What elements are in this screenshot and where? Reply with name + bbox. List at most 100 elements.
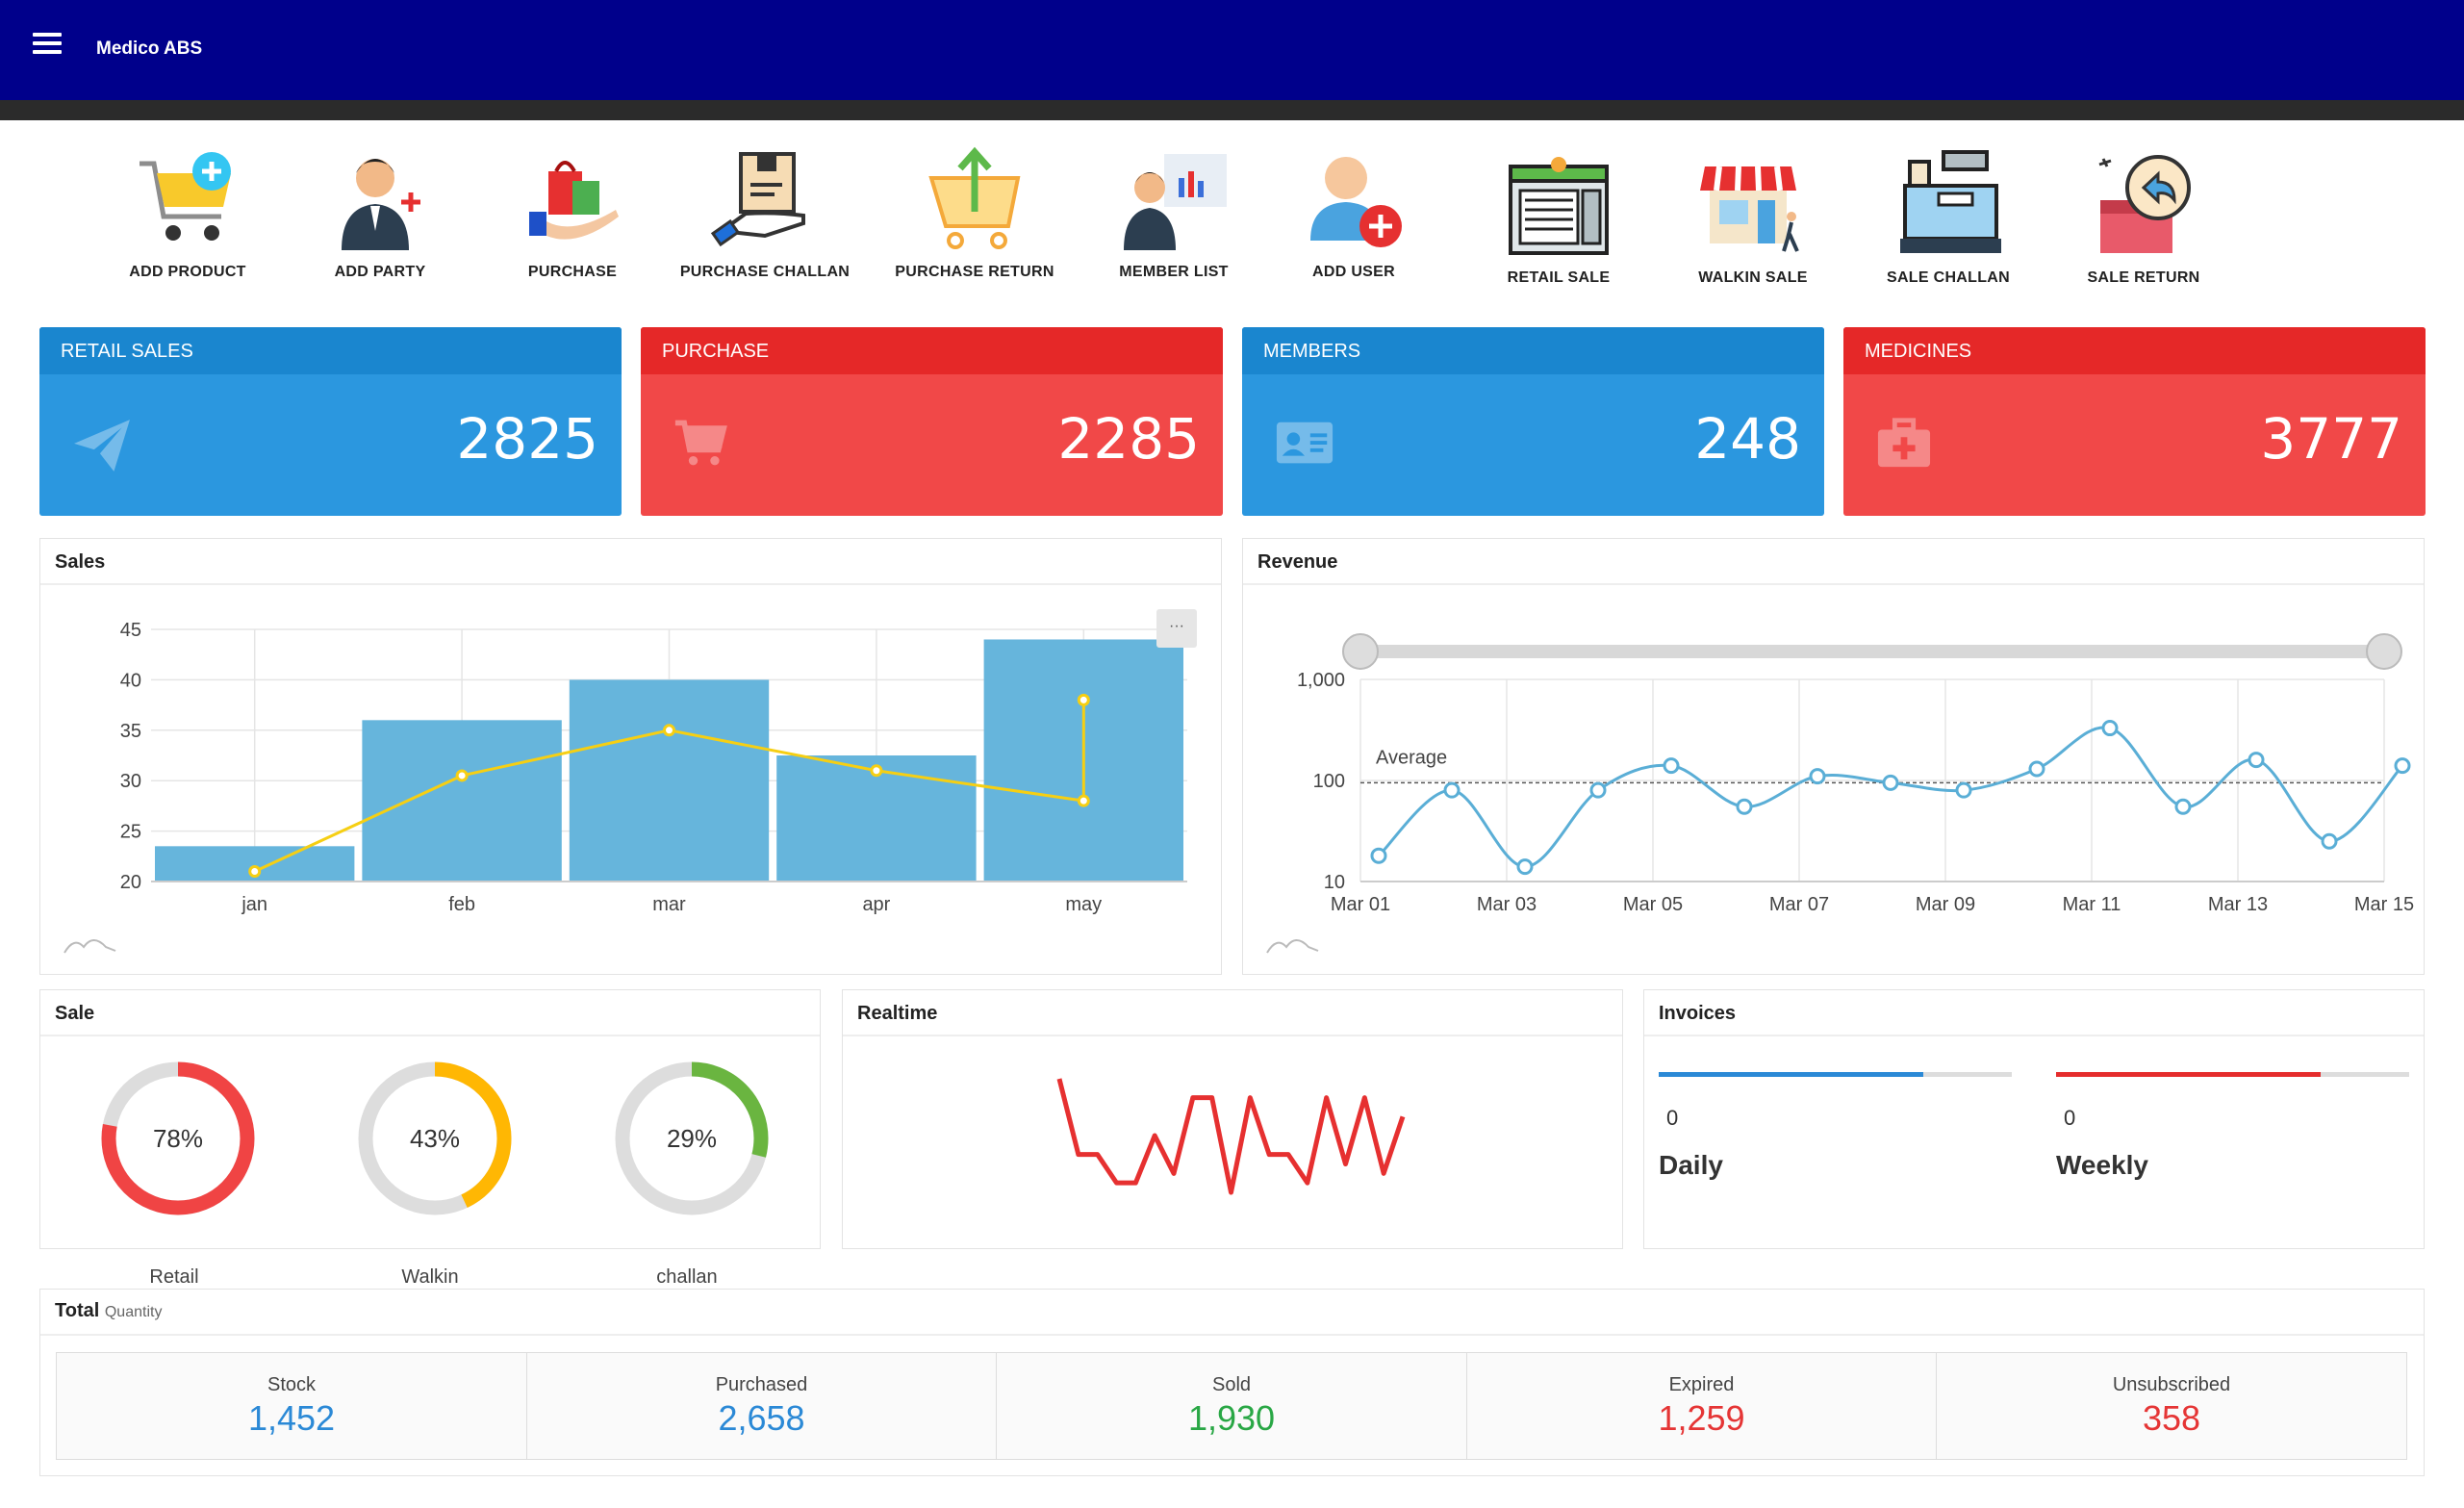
quantity-label: Expired <box>1668 1374 1735 1395</box>
quantity-value: 2,658 <box>718 1398 805 1438</box>
shortcut-purchase[interactable]: PURCHASE <box>481 144 664 281</box>
quantity-expired: Expired 1,259 <box>1466 1352 1937 1460</box>
stat-title: RETAIL SALES <box>39 327 622 374</box>
x-tick-label: Mar 09 <box>1916 894 1975 915</box>
quantity-value: 358 <box>2142 1398 2201 1438</box>
x-tick-label: Mar 03 <box>1477 894 1537 915</box>
line-point <box>870 764 883 778</box>
y-tick-label: 10 <box>1324 872 1345 893</box>
sales-chart: 20 25 30 35 40 45 jan feb mar apr may <box>64 620 1187 954</box>
line-point <box>1077 693 1090 706</box>
sale-panel: Sale 78% 43% 29% <box>39 989 821 1249</box>
sub-navbar <box>0 100 2464 120</box>
purchase-icon <box>529 161 619 240</box>
donut-label-walkin: Walkin <box>401 1266 459 1288</box>
revenue-point <box>1443 781 1461 799</box>
shortcut-label: ADD USER <box>1312 264 1395 280</box>
invoice-value: 0 <box>1666 1106 1679 1130</box>
shortcut-purchase-return[interactable]: PURCHASE RETURN <box>883 144 1066 281</box>
progress-track <box>2056 1072 2409 1077</box>
revenue-chart: 10 100 1,000 Mar 01 Mar 03 Mar 05 Mar 07 Mar 09… <box>1266 633 2414 954</box>
x-tick-label: Mar 15 <box>2354 894 2414 915</box>
revenue-point <box>1516 858 1534 876</box>
x-tick-label: apr <box>862 894 890 915</box>
revenue-panel: Revenue 10 100 1,000 Mar 01 Mar 03 Mar 05 Mar … <box>1242 538 2425 975</box>
line-point <box>455 769 469 782</box>
x-tick-label: Mar 01 <box>1331 894 1390 915</box>
quantity-unsubscribed: Unsubscribed 358 <box>1936 1352 2407 1460</box>
shortcut-purchase-challan[interactable]: PURCHASE CHALLAN <box>673 144 856 281</box>
revenue-point <box>1809 768 1826 785</box>
id-card-icon <box>1276 422 1334 464</box>
shortcut-add-party[interactable]: ADD PARTY <box>289 144 471 281</box>
hamburger-menu-icon[interactable] <box>33 33 62 56</box>
progress-fill <box>1659 1072 1924 1077</box>
sale-challan-icon <box>1900 150 2001 253</box>
chart-menu-button[interactable]: ··· <box>1156 609 1197 648</box>
revenue-line <box>1377 726 2404 869</box>
invoice-weekly[interactable]: 0 Weekly <box>2056 1072 2409 1181</box>
add-party-icon <box>342 159 420 250</box>
x-tick-label: feb <box>448 894 475 915</box>
range-slider-handle-left <box>1342 633 1379 670</box>
revenue-point <box>1882 774 1899 791</box>
revenue-point <box>1370 847 1387 864</box>
shortcut-label: MEMBER LIST <box>1119 264 1229 280</box>
invoice-daily[interactable]: 0 Daily <box>1659 1072 2012 1181</box>
shortcut-label: SALE RETURN <box>2087 269 2200 286</box>
stat-title: MEDICINES <box>1843 327 2426 374</box>
stat-card-retail-sales[interactable]: RETAIL SALES 2825 <box>39 327 622 516</box>
donut-value: 29% <box>667 1124 717 1153</box>
quantity-purchased: Purchased 2,658 <box>526 1352 997 1460</box>
invoices-panel: Invoices 0 Daily 0 Weekly <box>1643 989 2425 1249</box>
revenue-point <box>2248 752 2265 769</box>
stat-title: MEMBERS <box>1242 327 1824 374</box>
stat-card-members[interactable]: MEMBERS 248 <box>1242 327 1824 516</box>
invoice-label: Weekly <box>2056 1150 2148 1180</box>
shortcut-label: ADD PARTY <box>334 264 426 280</box>
quantity-label: Unsubscribed <box>2112 1374 2231 1395</box>
revenue-point <box>2174 798 2192 815</box>
shortcut-label: SALE CHALLAN <box>1886 269 2011 286</box>
shortcut-add-user[interactable]: ADD USER <box>1262 144 1445 281</box>
total-subtitle: Quantity <box>104 1304 163 1320</box>
shortcut-sale-return[interactable]: SALE RETURN <box>2052 144 2235 287</box>
add-user-icon <box>1310 157 1402 247</box>
y-tick-label: 30 <box>120 771 141 792</box>
donut-chart: 78% 43% 29% <box>101 1061 769 1215</box>
invoice-value: 0 <box>2064 1106 2076 1130</box>
shortcut-add-product[interactable]: ADD PRODUCT <box>96 144 279 281</box>
realtime-line <box>1056 1078 1406 1195</box>
shortcut-sale-challan[interactable]: SALE CHALLAN <box>1857 144 2040 287</box>
revenue-point <box>2028 760 2045 778</box>
shortcut-member-list[interactable]: MEMBER LIST <box>1082 144 1265 281</box>
panel-title: Sale <box>40 990 820 1036</box>
quantity-label: Purchased <box>715 1374 808 1395</box>
quantity-label: Sold <box>1211 1374 1252 1395</box>
shortcut-label: PURCHASE CHALLAN <box>679 264 851 280</box>
shortcut-label: WALKIN SALE <box>1698 269 1808 286</box>
stat-card-purchase[interactable]: PURCHASE 2285 <box>641 327 1223 516</box>
revenue-point <box>1589 781 1607 799</box>
y-tick-label: 20 <box>120 872 141 893</box>
donut-label-retail: Retail <box>149 1266 199 1288</box>
stat-value: 2825 <box>456 406 598 472</box>
shortcut-retail-sale[interactable]: RETAIL SALE <box>1467 144 1650 287</box>
top-navbar: Medico ABS <box>0 0 2464 100</box>
y-tick-label: 100 <box>1313 771 1345 792</box>
shortcut-walkin-sale[interactable]: WALKIN SALE <box>1662 144 1844 287</box>
revenue-point <box>1663 757 1680 775</box>
range-slider-track <box>1360 645 2384 658</box>
stat-card-medicines[interactable]: MEDICINES 3777 <box>1843 327 2426 516</box>
purchase-return-icon <box>928 146 1021 249</box>
x-tick-label: Mar 13 <box>2208 894 2268 915</box>
panel-title: Realtime <box>843 990 1622 1036</box>
y-tick-label: 25 <box>120 822 141 843</box>
shortcut-label: RETAIL SALE <box>1507 269 1611 286</box>
progress-fill <box>2056 1072 2322 1077</box>
y-tick-label: 40 <box>120 670 141 691</box>
sale-return-icon <box>2098 155 2191 253</box>
donut-value: 43% <box>410 1124 460 1153</box>
stat-title: PURCHASE <box>641 327 1223 374</box>
revenue-point <box>2101 720 2119 737</box>
